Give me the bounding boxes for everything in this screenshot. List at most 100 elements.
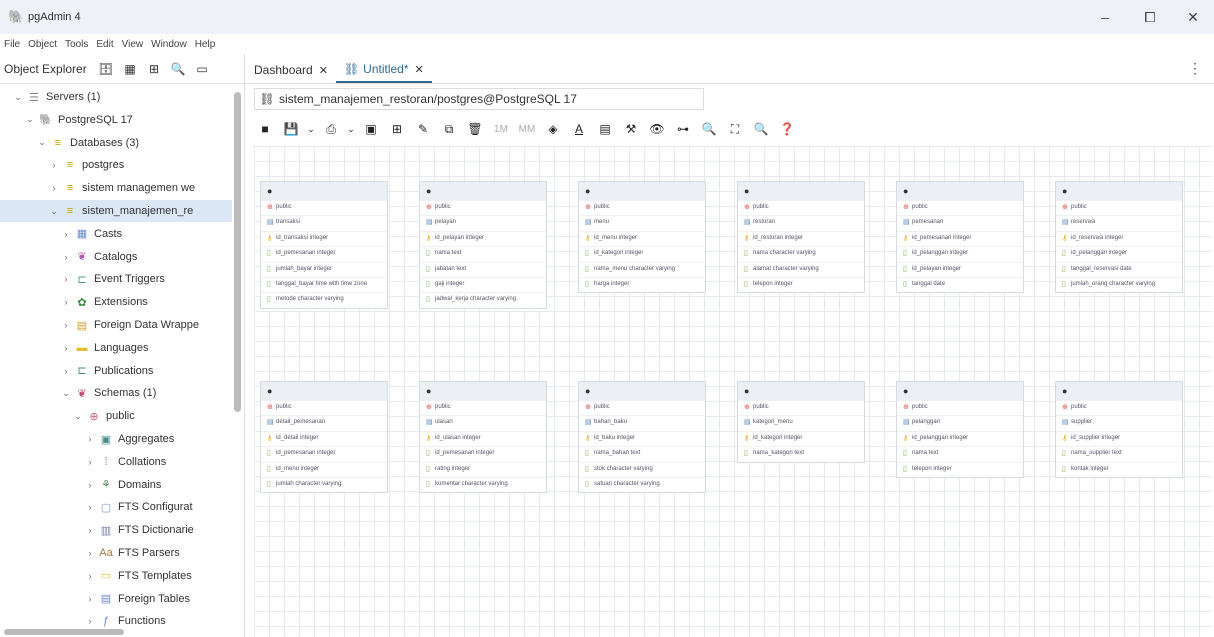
tree-item[interactable]: › ▣ Aggregates xyxy=(0,428,175,450)
fill-color-icon[interactable]: ◈ xyxy=(542,118,564,140)
tree-item[interactable]: › Aa FTS Parsers xyxy=(0,542,180,564)
filtered-rows-icon[interactable]: ⊞ xyxy=(144,59,164,79)
add-table-icon[interactable]: ⊞ xyxy=(386,118,408,140)
zoom-out-icon[interactable]: 🔍 xyxy=(750,118,772,140)
chevron-down-icon[interactable]: ⌄ xyxy=(12,92,24,103)
table-node-header[interactable]: ● xyxy=(579,382,705,400)
details-toggle-icon[interactable]: ● xyxy=(744,186,749,196)
table-node-header[interactable]: ● xyxy=(897,182,1023,200)
menu-view[interactable]: View xyxy=(118,39,148,50)
export-image-icon[interactable]: ⎙ xyxy=(320,118,342,140)
tree-item[interactable]: › ▭ FTS Templates xyxy=(0,565,192,587)
tree-item[interactable]: ⌄ ☰ Servers (1) xyxy=(0,86,100,108)
tree-item[interactable]: › ▢ FTS Configurat xyxy=(0,496,193,518)
chevron-right-icon[interactable]: › xyxy=(84,457,96,467)
table-node-header[interactable]: ● xyxy=(420,182,546,200)
chevron-right-icon[interactable]: › xyxy=(60,343,72,353)
auto-align-icon[interactable]: ⚒ xyxy=(620,118,642,140)
tab-erd-close-icon[interactable]: ✕ xyxy=(415,63,424,76)
chevron-right-icon[interactable]: › xyxy=(84,480,96,490)
erd-table-node[interactable]: ● ⊕ public ▤ ulasan ⚷ id_ulasan integer ▯ id_pem… xyxy=(419,381,547,494)
details-toggle-icon[interactable]: ● xyxy=(1062,186,1067,196)
table-node-header[interactable]: ● xyxy=(579,182,705,200)
table-node-header[interactable]: ● xyxy=(738,182,864,200)
tree-item[interactable]: › ≡ sistem managemen we xyxy=(0,177,196,199)
cardinality-notation-icon[interactable]: ⊶ xyxy=(672,118,694,140)
show-details-icon[interactable]: 👁 xyxy=(646,118,668,140)
clone-table-icon[interactable]: ⧉ xyxy=(438,118,460,140)
chevron-right-icon[interactable]: › xyxy=(60,252,72,262)
psql-tool-icon[interactable]: ▭ xyxy=(192,59,212,79)
details-toggle-icon[interactable]: ● xyxy=(744,386,749,396)
table-node-header[interactable]: ● xyxy=(1056,182,1182,200)
tab-dashboard[interactable]: Dashboard ✕ xyxy=(246,57,336,83)
menu-file[interactable]: File xyxy=(0,39,24,50)
chevron-right-icon[interactable]: › xyxy=(60,274,72,284)
menu-edit[interactable]: Edit xyxy=(92,39,117,50)
tree-item[interactable]: › ⁞ Collations xyxy=(0,451,167,473)
chevron-right-icon[interactable]: › xyxy=(60,320,72,330)
details-toggle-icon[interactable]: ● xyxy=(267,186,272,196)
table-node-header[interactable]: ● xyxy=(261,382,387,400)
details-toggle-icon[interactable]: ● xyxy=(1062,386,1067,396)
details-toggle-icon[interactable]: ● xyxy=(267,386,272,396)
erd-table-node[interactable]: ● ⊕ public ▤ pemesanan ⚷ id_pemesanan integer ▯… xyxy=(896,181,1024,294)
drop-table-icon[interactable]: 🗑 xyxy=(464,118,486,140)
chevron-right-icon[interactable]: › xyxy=(84,571,96,581)
one-to-many-button[interactable]: 1M xyxy=(490,118,512,140)
menu-tools[interactable]: Tools xyxy=(61,39,92,50)
tree-horizontal-scrollbar[interactable] xyxy=(4,629,124,635)
tree-item[interactable]: › ⚘ Domains xyxy=(0,474,162,496)
chevron-down-icon[interactable]: ⌄ xyxy=(36,137,48,148)
save-dropdown-icon[interactable]: ⌄ xyxy=(306,118,316,140)
tree-item[interactable]: › ▦ Casts xyxy=(0,223,123,245)
table-node-header[interactable]: ● xyxy=(420,382,546,400)
tree-item[interactable]: ⌄ ❦ Schemas (1) xyxy=(0,382,156,404)
edit-table-icon[interactable]: ✎ xyxy=(412,118,434,140)
generate-sql-icon[interactable]: ▣ xyxy=(360,118,382,140)
erd-table-node[interactable]: ● ⊕ public ▤ pelanggan ⚷ id_pelanggan integer ▯… xyxy=(896,381,1024,478)
tree-item[interactable]: › ▤ Foreign Tables xyxy=(0,588,190,610)
chevron-right-icon[interactable]: › xyxy=(84,525,96,535)
erd-table-node[interactable]: ● ⊕ public ▤ menu ⚷ id_menu integer ▯ id_kategor… xyxy=(578,181,706,294)
tab-erd-untitled[interactable]: ⛓ Untitled* ✕ xyxy=(335,57,432,83)
view-data-icon[interactable]: ▦ xyxy=(120,59,140,79)
tree-item[interactable]: ⌄ ⊕ public xyxy=(0,405,135,427)
tree-item[interactable]: › ⊏ Event Triggers xyxy=(0,268,165,290)
tree-item[interactable]: ⌄ ≡ Databases (3) xyxy=(0,132,139,154)
help-icon[interactable]: ❓ xyxy=(776,118,798,140)
tree-vertical-scrollbar[interactable] xyxy=(234,92,241,412)
chevron-down-icon[interactable]: ⌄ xyxy=(48,206,60,217)
chevron-down-icon[interactable]: ⌄ xyxy=(24,114,36,125)
maximize-button[interactable]: ⧠ xyxy=(1135,6,1165,28)
tree-item[interactable]: › ❦ Catalogs xyxy=(0,246,138,268)
open-file-icon[interactable]: ■ xyxy=(254,118,276,140)
details-toggle-icon[interactable]: ● xyxy=(426,186,431,196)
erd-table-node[interactable]: ● ⊕ public ▤ transaksi ⚷ id_transaksi integer ▯… xyxy=(260,181,388,309)
chevron-right-icon[interactable]: › xyxy=(84,548,96,558)
erd-table-node[interactable]: ● ⊕ public ▤ supplier ⚷ id_supplier integer ▯ na… xyxy=(1055,381,1183,478)
chevron-down-icon[interactable]: ⌄ xyxy=(72,411,84,422)
details-toggle-icon[interactable]: ● xyxy=(903,386,908,396)
fit-screen-icon[interactable]: ⛶ xyxy=(724,118,746,140)
erd-table-node[interactable]: ● ⊕ public ▤ bahan_baku ⚷ id_baku integer ▯ nama… xyxy=(578,381,706,494)
menu-object[interactable]: Object xyxy=(24,39,61,50)
erd-table-node[interactable]: ● ⊕ public ▤ restoran ⚷ id_restoran integer ▯ na… xyxy=(737,181,865,294)
chevron-right-icon[interactable]: › xyxy=(60,229,72,239)
chevron-right-icon[interactable]: › xyxy=(48,183,60,193)
query-tool-icon[interactable]: 🗄 xyxy=(96,59,116,79)
save-icon[interactable]: 💾 xyxy=(280,118,302,140)
add-note-icon[interactable]: ▤ xyxy=(594,118,616,140)
erd-table-node[interactable]: ● ⊕ public ▤ kategori_menu ⚷ id_kategori integ… xyxy=(737,381,865,463)
connection-bar[interactable]: ⛓ sistem_manajemen_restoran/postgres@Pos… xyxy=(254,88,704,110)
details-toggle-icon[interactable]: ● xyxy=(585,386,590,396)
menu-help[interactable]: Help xyxy=(191,39,220,50)
chevron-down-icon[interactable]: ⌄ xyxy=(60,388,72,399)
tree-item[interactable]: › ≡ postgres xyxy=(0,154,125,176)
tree-item[interactable]: ⌄ 🐘 PostgreSQL 17 xyxy=(0,109,133,131)
menu-window[interactable]: Window xyxy=(147,39,191,50)
tree-item[interactable]: › ⊏ Publications xyxy=(0,360,154,382)
chevron-right-icon[interactable]: › xyxy=(84,594,96,604)
erd-table-node[interactable]: ● ⊕ public ▤ pelayan ⚷ id_pelayan integer ▯ nama… xyxy=(419,181,547,309)
table-node-header[interactable]: ● xyxy=(261,182,387,200)
